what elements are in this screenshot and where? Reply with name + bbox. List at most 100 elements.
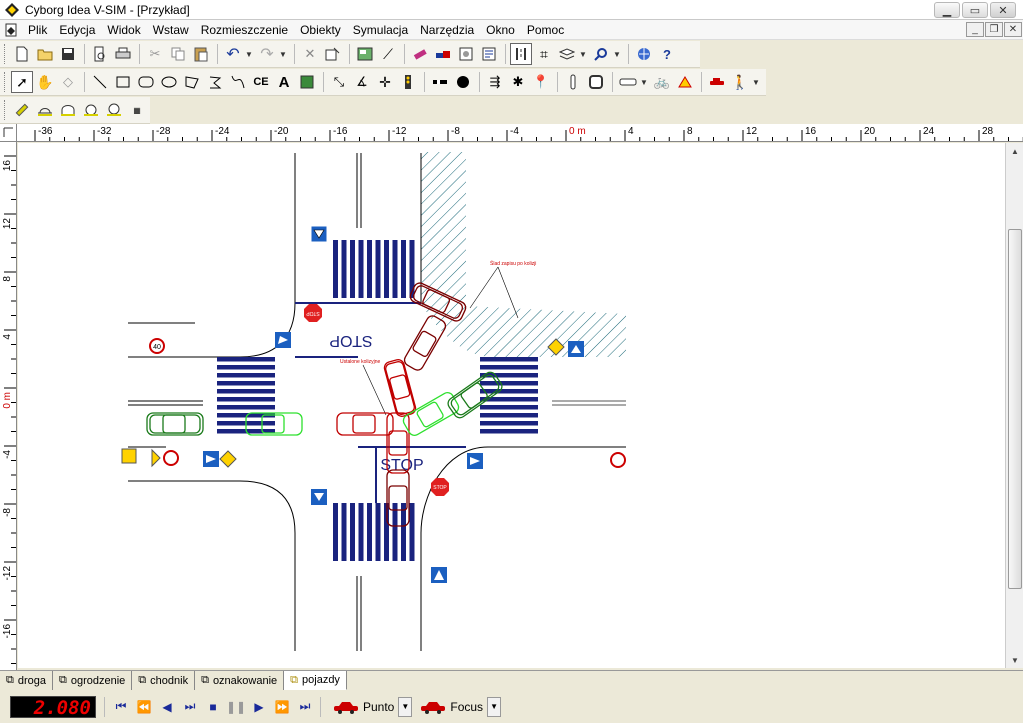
play-backward-icon[interactable]: ◀ (156, 696, 178, 718)
select-arrow-icon[interactable]: ➚ (11, 71, 33, 93)
hand-pan-icon[interactable]: ✋ (34, 71, 56, 93)
cross-move-icon[interactable]: ✛ (374, 71, 396, 93)
ellipse-tool-icon[interactable] (158, 71, 180, 93)
menu-edycja[interactable]: Edycja (53, 20, 101, 40)
new-file-icon[interactable] (11, 43, 33, 65)
camera-dropdown-icon[interactable]: ▼ (487, 696, 502, 717)
toolbar-grip[interactable] (4, 100, 7, 120)
line-tool-icon[interactable] (89, 71, 111, 93)
traffic-light-icon[interactable] (397, 71, 419, 93)
menu-rozmieszczenie[interactable]: Rozmieszczenie (195, 20, 294, 40)
drawing-canvas[interactable]: STOP STOP Ślad zapisu po kolizji Ustalon… (18, 143, 1005, 668)
zoom-dropdown-icon[interactable]: ▼ (613, 50, 622, 59)
menu-narzedzia[interactable]: Narzędzia (414, 20, 480, 40)
car-icon[interactable] (706, 71, 728, 93)
road-tool-icon[interactable] (510, 43, 532, 65)
fast-rewind-icon[interactable]: ⏪ (133, 696, 155, 718)
rounded-rect-tool-icon[interactable] (135, 71, 157, 93)
warning-sign-icon[interactable] (674, 71, 696, 93)
save-icon[interactable] (57, 43, 79, 65)
ruler-tool-icon[interactable] (11, 99, 33, 121)
help-icon[interactable]: ? (656, 43, 678, 65)
menu-widok[interactable]: Widok (101, 20, 146, 40)
parking-icon[interactable] (103, 99, 125, 121)
skid-marks-icon[interactable]: ⇶ (484, 71, 506, 93)
scroll-down-icon[interactable]: ▼ (1007, 652, 1023, 668)
xy-grid-icon[interactable]: ▦ (126, 99, 148, 121)
trailer-dropdown-icon[interactable]: ▼ (640, 78, 649, 87)
properties-icon[interactable] (322, 43, 344, 65)
cut-icon[interactable]: ✂ (144, 43, 166, 65)
redo-dropdown-icon[interactable]: ▼ (279, 50, 288, 59)
tab-droga[interactable]: ⧉ droga (0, 671, 53, 690)
pole-icon[interactable] (562, 71, 584, 93)
menu-plik[interactable]: Plik (22, 20, 53, 40)
freeform-tool-icon[interactable] (204, 71, 226, 93)
angle-tool-icon[interactable]: ∡ (351, 71, 373, 93)
trailer-icon[interactable] (617, 71, 639, 93)
edit-list-icon[interactable] (478, 43, 500, 65)
vehicles-icon[interactable] (432, 43, 454, 65)
collision-icon[interactable]: ✱ (507, 71, 529, 93)
pipette-icon[interactable]: ⟋ (377, 43, 399, 65)
bicycle-icon[interactable]: 🚲 (651, 71, 673, 93)
picture-tool-icon[interactable] (296, 71, 318, 93)
barrier-icon[interactable] (429, 71, 451, 93)
pedestrian-dropdown-icon[interactable]: ▼ (752, 78, 761, 87)
play-icon[interactable]: ▶ (248, 696, 270, 718)
text-tool-icon[interactable]: A (273, 71, 295, 93)
curve-tool-icon[interactable] (227, 71, 249, 93)
road-curve-icon[interactable] (34, 99, 56, 121)
document-icon[interactable] (0, 23, 22, 37)
menu-pomoc[interactable]: Pomoc (521, 20, 570, 40)
camera-punto[interactable]: Punto ▼ (333, 696, 413, 717)
web-icon[interactable] (633, 43, 655, 65)
vertical-scrollbar[interactable]: ▲ ▼ (1005, 143, 1023, 668)
rotate-icon[interactable]: ◇ (57, 71, 79, 93)
roundabout-icon[interactable] (80, 99, 102, 121)
undo-dropdown-icon[interactable]: ▼ (245, 50, 254, 59)
menu-symulacja[interactable]: Symulacja (347, 20, 414, 40)
measure-angle-icon[interactable]: ⤡ (328, 71, 350, 93)
polygon-tool-icon[interactable] (181, 71, 203, 93)
print-icon[interactable] (112, 43, 134, 65)
tab-oznakowanie[interactable]: ⧉ oznakowanie (195, 671, 285, 690)
pedestrian-icon[interactable]: 🚶 (729, 71, 751, 93)
scrollbar-thumb[interactable] (1008, 229, 1022, 589)
mdi-close-button[interactable]: ✕ (1004, 22, 1022, 37)
toolbar-grip[interactable] (4, 44, 7, 64)
scroll-up-icon[interactable]: ▲ (1007, 143, 1023, 159)
image-icon[interactable] (354, 43, 376, 65)
delete-icon[interactable]: ✕ (299, 43, 321, 65)
camera-dropdown-icon[interactable]: ▼ (398, 696, 413, 717)
layers-dropdown-icon[interactable]: ▼ (579, 50, 588, 59)
pause-icon[interactable]: ❚❚ (225, 696, 247, 718)
toolbar-grip[interactable] (4, 72, 7, 92)
layers-icon[interactable] (556, 43, 578, 65)
camera-focus[interactable]: Focus ▼ (420, 696, 502, 717)
crop-icon[interactable]: ⌗ (533, 43, 555, 65)
rectangle-tool-icon[interactable] (112, 71, 134, 93)
close-button[interactable]: ✕ (990, 2, 1016, 18)
maximize-button[interactable]: ▭ (962, 2, 988, 18)
tab-chodnik[interactable]: ⧉ chodnik (132, 671, 196, 690)
tab-ogrodzenie[interactable]: ⧉ ogrodzenie (53, 671, 133, 690)
go-to-end-icon[interactable]: ⏭ (294, 696, 316, 718)
copy-icon[interactable] (167, 43, 189, 65)
mdi-minimize-button[interactable]: _ (966, 22, 984, 37)
dimension-tool-icon[interactable]: CE (250, 71, 272, 93)
tab-pojazdy[interactable]: ⧉ pojazdy (284, 671, 347, 690)
pin-marker-icon[interactable]: 📍 (530, 71, 552, 93)
tunnel-icon[interactable] (57, 99, 79, 121)
stop-icon[interactable]: ■ (202, 696, 224, 718)
print-preview-icon[interactable] (89, 43, 111, 65)
fast-forward-icon[interactable]: ⏩ (271, 696, 293, 718)
paste-icon[interactable] (190, 43, 212, 65)
undo-icon[interactable]: ↶ (222, 43, 244, 65)
tree-icon[interactable] (452, 71, 474, 93)
redo-icon[interactable]: ↷ (256, 43, 278, 65)
marker-icon[interactable] (409, 43, 431, 65)
zoom-icon[interactable] (590, 43, 612, 65)
calc-icon[interactable] (455, 43, 477, 65)
step-icon[interactable]: ⏭ (179, 696, 201, 718)
